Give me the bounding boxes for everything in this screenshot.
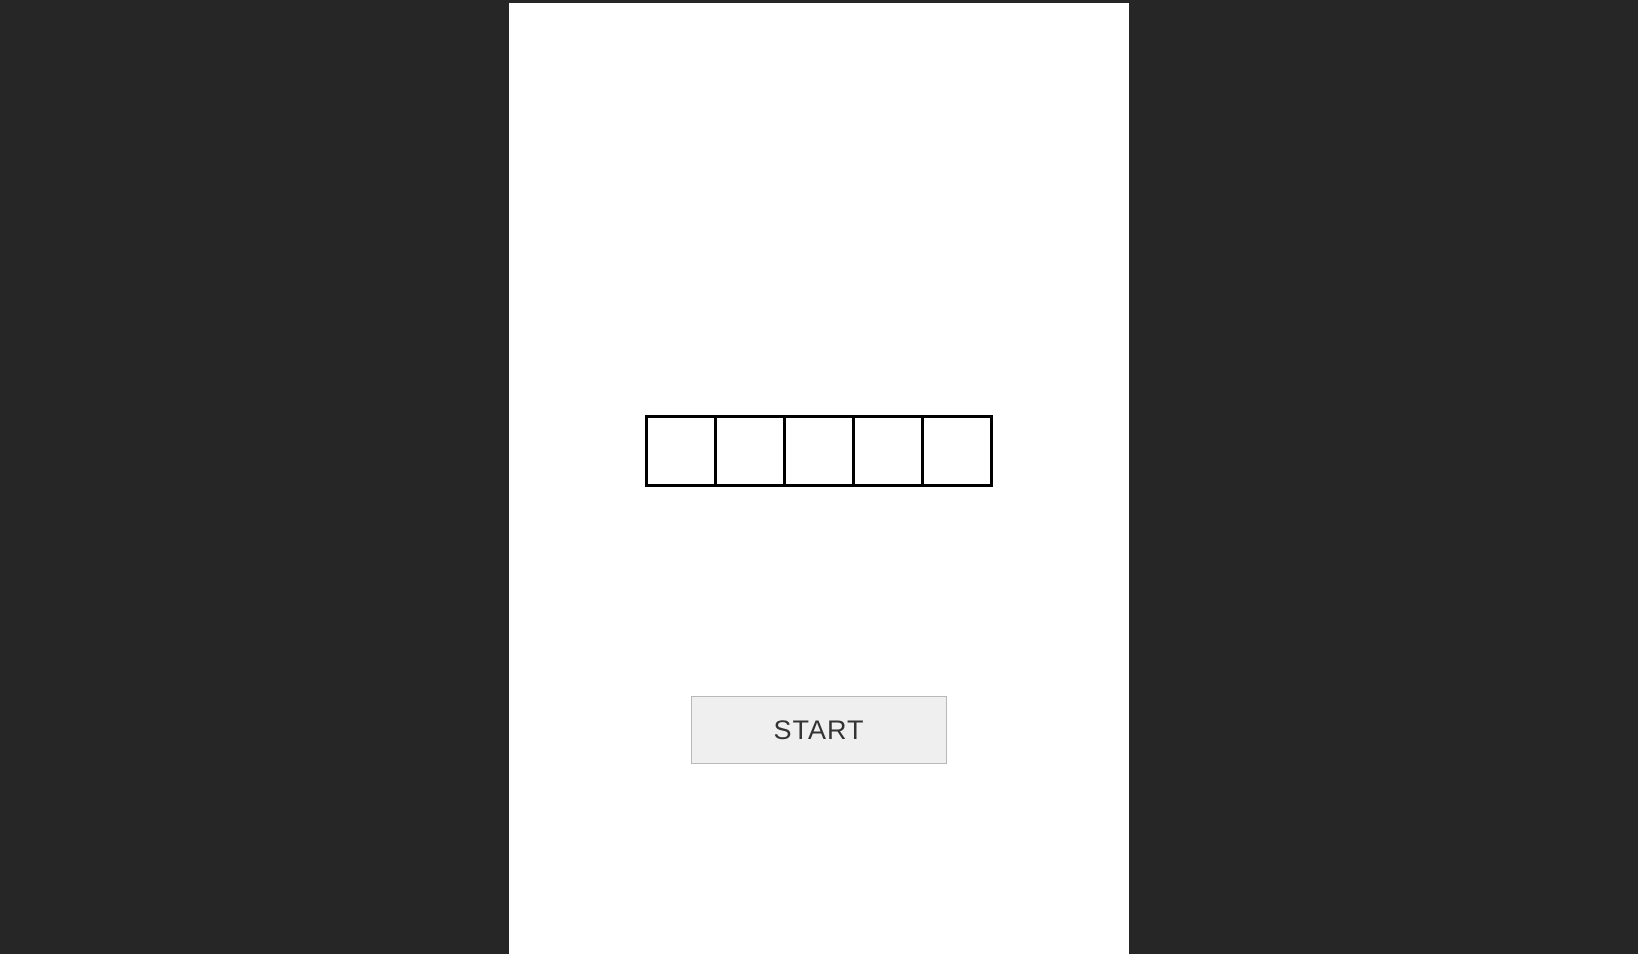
letter-boxes-row <box>645 415 993 487</box>
letter-box-4[interactable] <box>852 415 924 487</box>
letter-box-1[interactable] <box>645 415 717 487</box>
letter-box-3[interactable] <box>783 415 855 487</box>
letter-box-2[interactable] <box>714 415 786 487</box>
letter-box-5[interactable] <box>921 415 993 487</box>
game-panel: START <box>509 3 1129 954</box>
start-button[interactable]: START <box>691 696 947 764</box>
